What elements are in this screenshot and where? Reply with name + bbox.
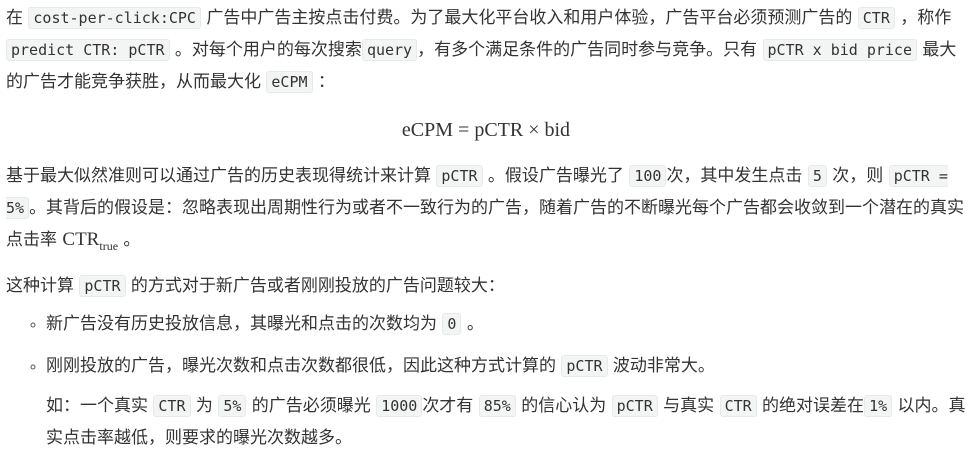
text-run: 。其背后的假设是：忽略表现出周期性行为或者不一致行为的广告，随着广告的不断曝光每… [6,198,965,250]
estimate-paragraph: 基于最大似然准则可以通过广告的历史表现得统计来计算 pCTR 。假设广告曝光了 … [6,160,966,262]
text-run: 的信心认为 [515,395,612,416]
text-run: 如：一个真实 [46,395,154,416]
text-run: 新广告没有历史投放信息，其曝光和点击的次数均为 [46,313,443,334]
inline-code: pCTR [79,274,126,297]
problem-list: 新广告没有历史投放信息，其曝光和点击的次数均为 0 。 刚刚投放的广告，曝光次数… [6,308,966,382]
inline-code: cost-per-click:CPC [28,7,201,29]
inline-code: 0 [442,312,462,335]
problem-paragraph: 这种计算 pCTR 的方式对于新广告或者刚刚投放的广告问题较大： [6,270,966,302]
inline-code: pCTR x bid price [762,39,917,61]
inline-code: CTR [719,394,757,417]
text-run: 与真实 [657,395,720,416]
inline-code: CTR [153,394,191,417]
example-paragraph: 如：一个真实 CTR 为 5% 的广告必须曝光 1000 次才有 85% 的信心认… [46,390,966,454]
text-run: 次才有 [422,395,479,416]
list-item: 新广告没有历史投放信息，其曝光和点击的次数均为 0 。 [46,308,966,340]
text-run: 的绝对误差在 [756,395,865,416]
text-run: 为 [190,395,219,416]
inline-code: pCTR [436,165,483,187]
intro-paragraph: 在 cost-per-click:CPC 广告中广告主按点击付费。为了最大化平台… [6,2,966,98]
text-run: 刚刚投放的广告，曝光次数和点击次数都很低，因此这种方式计算的 [46,355,562,376]
inline-code: query [361,39,418,61]
text-run: 的广告必须曝光 [246,395,377,416]
text-run: 基于最大似然准则可以通过广告的历史表现得统计来计算 [6,166,437,186]
text-run: ，称作 [894,8,952,28]
text-run: 。 [118,230,141,250]
inline-code: 5 [807,165,827,187]
inline-code: 85% [478,394,516,417]
text-run: 广告中广告主按点击付费。为了最大化平台收入和用户体验，广告平台必须预测广告的 [200,8,858,28]
text-run: 。对每个用户的每次搜索 [169,40,362,60]
text-run: ，有多个满足条件的广告同时参与竞争。只有 [417,40,763,60]
text-run: 。 [461,313,484,334]
inline-code: 100 [629,165,667,187]
inline-code: 1% [864,394,893,417]
text-run: 这种计算 [6,275,80,296]
inline-code: pCTR [611,394,658,417]
text-run: 在 [6,8,29,28]
text-run: 。假设广告曝光了 [482,166,630,186]
math-expression: CTRtrue [62,229,119,253]
inline-code: 5% [218,394,247,417]
inline-code: predict CTR: pCTR [6,39,170,61]
text-run: 波动非常大。 [607,355,715,376]
inline-code: 1000 [376,394,423,417]
list-item: 刚刚投放的广告，曝光次数和点击次数都很低，因此这种方式计算的 pCTR 波动非常… [46,350,966,382]
math-subscript: true [99,238,119,253]
inline-code: eCPM [266,71,313,93]
text-run: 次，其中发生点击 [666,166,808,186]
inline-code: pCTR [561,354,608,377]
text-run: ： [312,72,335,92]
document: 在 cost-per-click:CPC 广告中广告主按点击付费。为了最大化平台… [0,2,970,454]
math-base: CTR [62,229,100,250]
ecpm-formula: eCPM = pCTR × bid [401,119,571,141]
inline-code: CTR [857,7,895,29]
text-run: 次，则 [826,166,889,186]
text-run: 的方式对于新广告或者刚刚投放的广告问题较大： [125,275,505,296]
